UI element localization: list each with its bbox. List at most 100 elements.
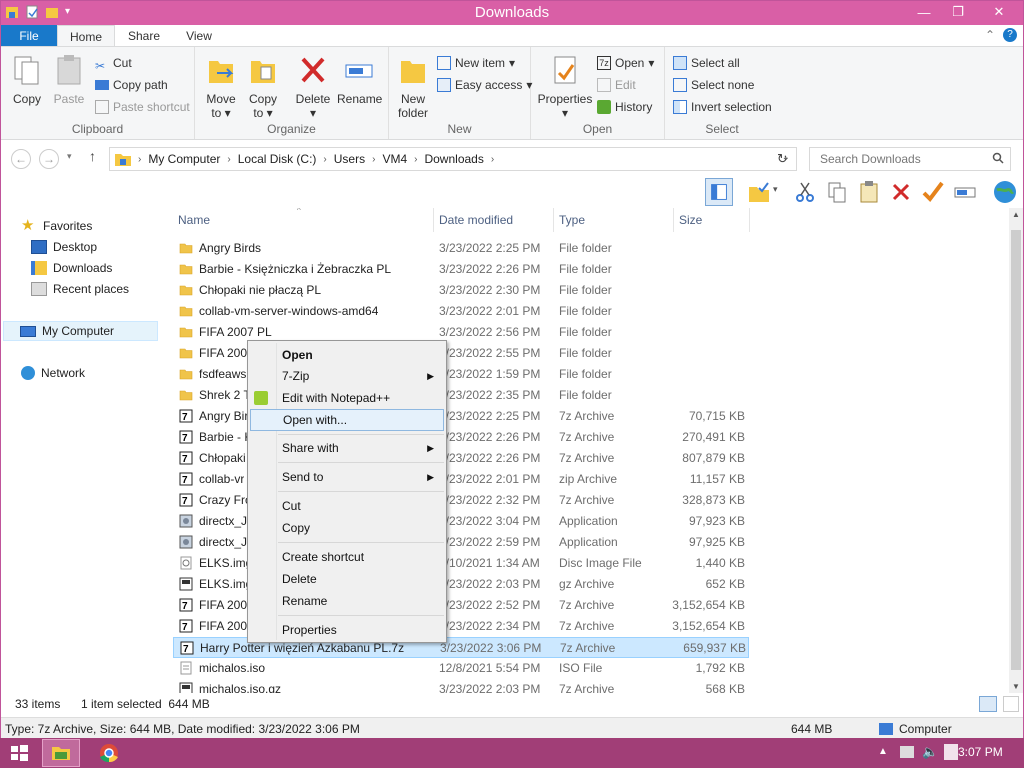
scroll-down-icon[interactable]: ▼ (1012, 682, 1020, 691)
nav-my-computer[interactable]: My Computer (3, 321, 158, 341)
menu-item-share-with[interactable]: Share with ▶ (250, 437, 444, 459)
breadcrumb-local-disk[interactable]: Local Disk (C:) (231, 152, 324, 166)
nav-desktop[interactable]: Desktop (31, 237, 97, 257)
menu-item-delete[interactable]: Delete (250, 568, 444, 590)
file-row[interactable]: michalos.iso 12/8/2021 5:54 PM ISO File 1,7… (173, 658, 749, 679)
large-icons-view-icon[interactable] (1003, 696, 1019, 712)
file-row[interactable]: collab-vm-server-windows-amd64 3/23/2022 … (173, 301, 749, 322)
file-row[interactable]: Chłopaki nie płaczą PL 3/23/2022 2:30 PM F… (173, 280, 749, 301)
new-folder-button[interactable]: New folder (395, 53, 431, 120)
minimize-button[interactable]: — (907, 1, 941, 23)
close-button[interactable]: ✕ (975, 1, 1023, 23)
network-tray-icon[interactable] (900, 746, 914, 758)
tab-view[interactable]: View (173, 25, 225, 47)
file-row[interactable]: Barbie - Księżniczka i Żebraczka PL 3/23/… (173, 259, 749, 280)
delete-button[interactable]: Delete ▾ (293, 53, 333, 120)
up-arrow-icon[interactable]: ↑ (89, 148, 96, 164)
breadcrumb-downloads[interactable]: Downloads (417, 152, 490, 166)
search-input[interactable]: Search Downloads (809, 147, 1011, 171)
open-button[interactable]: 7z Open ▾ (597, 53, 654, 73)
invert-selection-button[interactable]: Invert selection (673, 97, 772, 117)
menu-item-copy[interactable]: Copy (250, 517, 444, 539)
copy-icon[interactable] (823, 178, 851, 206)
history-button[interactable]: History (597, 97, 652, 117)
show-hidden-icons-icon[interactable]: ▲ (878, 746, 888, 757)
scroll-up-icon[interactable]: ▲ (1012, 210, 1020, 219)
back-button[interactable]: ← (11, 149, 31, 169)
file-name: collab-vm-server-windows-amd64 (199, 304, 379, 318)
folder-check-icon[interactable] (745, 178, 773, 206)
column-divider[interactable] (673, 208, 674, 232)
help-icon[interactable]: ? (1003, 28, 1017, 42)
copy-path-button[interactable]: Copy path (95, 75, 168, 95)
menu-item-7zip[interactable]: 7-Zip ▶ (250, 365, 444, 387)
taskbar-explorer-button[interactable] (42, 739, 80, 767)
easy-access-button[interactable]: Easy access ▾ (437, 75, 532, 95)
column-divider[interactable] (749, 208, 750, 232)
checkmark-icon[interactable] (919, 178, 947, 206)
preview-pane-icon[interactable] (705, 178, 733, 206)
menu-item-edit-notepad[interactable]: Edit with Notepad++ (250, 387, 444, 409)
copy-button[interactable]: Copy (9, 53, 45, 106)
nav-favorites[interactable]: ★ Favorites (21, 216, 92, 236)
column-header-date[interactable]: Date modified (439, 208, 513, 232)
move-to-button[interactable]: Move to ▾ (203, 53, 239, 120)
breadcrumb-my-computer[interactable]: My Computer (141, 152, 227, 166)
menu-item-send-to[interactable]: Send to ▶ (250, 466, 444, 488)
globe-icon[interactable] (991, 178, 1019, 206)
breadcrumb-vm4[interactable]: VM4 (375, 152, 414, 166)
address-bar[interactable]: › My Computer › Local Disk (C:) › Users … (109, 147, 797, 171)
column-divider[interactable] (553, 208, 554, 232)
forward-button[interactable]: → (39, 149, 59, 169)
new-item-button[interactable]: New item ▾ (437, 53, 515, 73)
nav-recent-places[interactable]: Recent places (31, 279, 129, 299)
scrollbar-thumb[interactable] (1011, 230, 1021, 670)
title-bar[interactable]: ▾ Downloads — ❐ ✕ (1, 1, 1023, 25)
chevron-up-icon[interactable]: ⌃ (985, 28, 995, 42)
menu-item-create-shortcut[interactable]: Create shortcut (250, 546, 444, 568)
action-center-icon[interactable] (944, 744, 958, 760)
column-header-type[interactable]: Type (559, 208, 585, 232)
cut-button[interactable]: ✂ Cut (95, 53, 132, 73)
select-none-button[interactable]: Select none (673, 75, 754, 95)
menu-item-open-with[interactable]: Open with... (250, 409, 444, 431)
select-all-button[interactable]: Select all (673, 53, 740, 73)
file-row[interactable]: michalos.iso.gz 3/23/2022 2:03 PM 7z Archi… (173, 679, 749, 693)
start-windows-icon[interactable] (8, 739, 30, 767)
delete-icon[interactable] (887, 178, 915, 206)
paste-icon[interactable] (855, 178, 883, 206)
volume-icon[interactable]: 🔈 (922, 744, 938, 760)
recent-locations-icon[interactable]: ▾ (67, 151, 72, 162)
toolbar-dropdown-icon[interactable]: ▾ (773, 184, 778, 195)
menu-item-properties[interactable]: Properties (250, 619, 444, 641)
edit-button[interactable]: Edit (597, 75, 636, 95)
nav-downloads[interactable]: Downloads (31, 258, 112, 278)
tab-file[interactable]: File (1, 25, 57, 47)
menu-item-open[interactable]: Open (250, 344, 444, 366)
menu-item-cut[interactable]: Cut (250, 495, 444, 517)
column-divider[interactable] (433, 208, 434, 232)
taskbar-chrome-button[interactable] (88, 739, 130, 767)
paste-shortcut-button[interactable]: Paste shortcut (95, 97, 190, 117)
vertical-scrollbar[interactable]: ▲ ▼ (1009, 208, 1023, 693)
properties-button[interactable]: Properties ▾ (537, 53, 593, 120)
clock[interactable]: 3:07 PM (958, 745, 1003, 759)
breadcrumb-sep-icon[interactable]: › (491, 154, 494, 165)
rename-icon[interactable] (951, 178, 979, 206)
paste-button[interactable]: Paste (51, 53, 87, 106)
rename-button[interactable]: Rename (337, 53, 382, 106)
column-header-name[interactable]: Name (178, 208, 210, 232)
tab-home[interactable]: Home (57, 25, 115, 47)
cut-icon[interactable] (791, 178, 819, 206)
maximize-button[interactable]: ❐ (941, 1, 975, 23)
tab-share[interactable]: Share (115, 25, 173, 47)
refresh-icon[interactable]: ↻ (777, 151, 788, 167)
file-row[interactable]: Angry Birds 3/23/2022 2:25 PM File folder (173, 238, 749, 259)
details-view-icon[interactable] (979, 696, 997, 712)
breadcrumb-sep-icon[interactable]: › (132, 154, 141, 165)
menu-item-rename[interactable]: Rename (250, 590, 444, 612)
nav-network[interactable]: Network (21, 363, 85, 383)
copy-to-button[interactable]: Copy to ▾ (245, 53, 281, 120)
column-header-size[interactable]: Size (679, 208, 702, 232)
breadcrumb-users[interactable]: Users (327, 152, 372, 166)
